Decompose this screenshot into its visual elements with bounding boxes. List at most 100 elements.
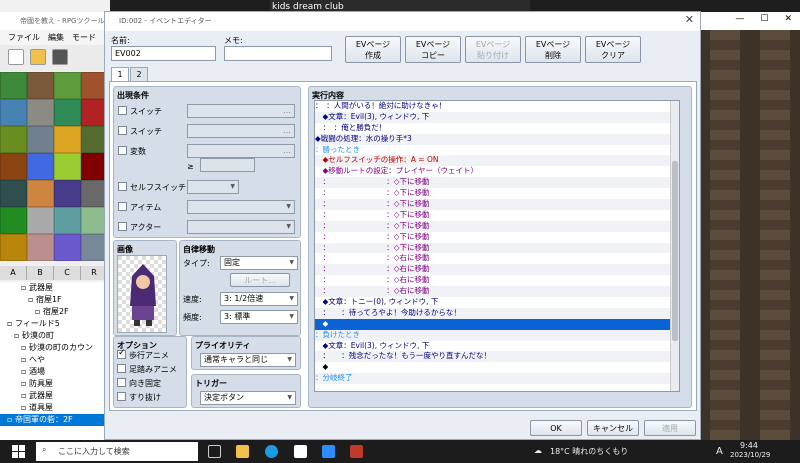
close-icon[interactable]: ✕ (784, 14, 792, 28)
map-tree-item[interactable]: ▫ 道具屋 (0, 402, 108, 414)
create-page-button[interactable]: EVページ 作成 (345, 36, 401, 63)
command-row[interactable]: ◆戦闘の処理：水の操り手*3 (315, 133, 679, 145)
command-row[interactable]: ： ：◇下に移動 (315, 220, 679, 232)
tileset-tab[interactable]: A (0, 266, 27, 280)
menu-item[interactable]: ファイル (8, 32, 40, 43)
tab-page-1[interactable]: 1 (111, 67, 129, 82)
command-row[interactable]: ： ：◇右に移動 (315, 275, 679, 286)
map-tree-item[interactable]: ▫ 武器屋 (0, 282, 108, 294)
command-row[interactable]: ：負けたとき (315, 329, 679, 341)
copy-page-button[interactable]: EVページ コピー (405, 36, 461, 63)
command-row[interactable]: ◆文章：Evil(3), ウィンドウ, 下 (315, 111, 679, 123)
priority-select[interactable]: 通常キャラと同じ ▼ (200, 353, 296, 367)
map-tree-item[interactable]: ▫ フィールド5 (0, 318, 108, 330)
cancel-button[interactable]: キャンセル (587, 420, 639, 436)
command-row[interactable]: ：勝ったとき (315, 145, 679, 156)
paste-page-button[interactable]: EVページ 貼り付け (465, 36, 521, 63)
zoom-icon[interactable] (322, 445, 335, 458)
command-row[interactable]: ： ：残念だったな！もう一度やり直すんだな！ (315, 351, 679, 363)
condition-select[interactable]: ▼ (187, 180, 239, 194)
type-select[interactable]: 固定 ▼ (220, 256, 298, 270)
contents-list[interactable]: ： ：人間がいる！絶対に助けなきゃ！ ◆文章：Evil(3), ウィンドウ, 下… (314, 100, 680, 392)
clear-page-button[interactable]: EVページ クリア (585, 36, 641, 63)
command-row[interactable]: ： ：◇右に移動 (315, 253, 679, 264)
condition-checkbox[interactable] (118, 146, 127, 155)
apply-button[interactable]: 適用 (644, 420, 696, 436)
command-row[interactable]: ： ：待ってろやよ！今助けるからな！ (315, 307, 679, 319)
delete-page-button[interactable]: EVページ 削除 (525, 36, 581, 63)
map-tree-item[interactable]: ▫ 酒場 (0, 366, 108, 378)
map-tree-item[interactable]: ▫ へや (0, 354, 108, 366)
name-field[interactable]: EV002 (111, 46, 216, 61)
map-tree-item[interactable]: ▫ 宿屋1F (0, 294, 108, 306)
folder-icon[interactable] (30, 49, 46, 65)
condition-checkbox[interactable] (118, 222, 127, 231)
save-icon[interactable] (52, 49, 68, 65)
command-row[interactable]: ◆文章：トニー(0), ウィンドウ, 下 (315, 297, 679, 308)
condition-select[interactable]: … (187, 144, 295, 158)
command-row[interactable]: ： ：◇下に移動 (315, 199, 679, 210)
command-row[interactable]: ◆ (315, 362, 679, 373)
menu-item[interactable]: モード (72, 32, 96, 43)
condition-select[interactable]: … (187, 104, 295, 118)
condition-checkbox[interactable] (118, 126, 127, 135)
map-tree-item[interactable]: ▫ 砂漠の町のカウン (0, 342, 108, 354)
map-tree-item[interactable]: ▫ 宿屋2F (0, 306, 108, 318)
tileset-tab[interactable]: C (54, 266, 81, 280)
command-row[interactable]: ： ：◇下に移動 (315, 232, 679, 243)
tab-page-2[interactable]: 2 (130, 67, 148, 81)
command-row[interactable]: ：分岐終了 (315, 373, 679, 385)
condition-checkbox[interactable] (118, 182, 127, 191)
speed-select[interactable]: 3: 1/2倍速 ▼ (220, 292, 298, 306)
map-tree-item[interactable]: ▫ 武器屋 (0, 390, 108, 402)
edge-icon[interactable] (265, 445, 278, 458)
rpgmaker-icon[interactable] (350, 445, 363, 458)
map-tree-item[interactable]: ▫ 防具屋 (0, 378, 108, 390)
windows-start-icon[interactable] (12, 445, 25, 458)
tileset-tab[interactable]: B (27, 266, 54, 280)
trigger-select[interactable]: 決定ボタン ▼ (200, 391, 296, 405)
command-row[interactable]: ： ：俺と勝負だ！ (315, 123, 679, 134)
command-row[interactable]: ◆セルフスイッチの操作：A = ON (315, 155, 679, 167)
condition-checkbox[interactable] (118, 202, 127, 211)
character-image[interactable] (117, 255, 167, 333)
route-button[interactable]: ルート... (230, 273, 290, 287)
task-view-icon[interactable] (208, 445, 221, 458)
minimize-icon[interactable]: — (735, 14, 744, 28)
condition-select[interactable]: ▼ (187, 200, 295, 214)
frequency-select[interactable]: 3: 標準 ▼ (220, 310, 298, 324)
condition-select[interactable]: … (187, 124, 295, 138)
chrome-icon[interactable] (294, 445, 307, 458)
command-row[interactable]: ◆文章：Evil(3), ウィンドウ, 下 (315, 341, 679, 352)
command-row[interactable]: ： ：◇下に移動 (315, 242, 679, 254)
new-icon[interactable] (8, 49, 24, 65)
map-tree-item[interactable]: ▫ 砂漠の町 (0, 330, 108, 342)
contents-scrollbar[interactable] (670, 101, 679, 391)
map-view[interactable] (700, 30, 800, 442)
option-checkbox[interactable] (117, 348, 126, 359)
variable-value-field[interactable] (200, 158, 255, 172)
menu-item[interactable]: 編集 (48, 32, 64, 43)
condition-checkbox[interactable] (118, 106, 127, 115)
option-checkbox[interactable] (117, 392, 126, 401)
option-checkbox[interactable] (117, 364, 126, 373)
command-row[interactable]: ： ：◇右に移動 (315, 286, 679, 298)
tileset-palette[interactable] (0, 72, 108, 266)
memo-field[interactable] (224, 46, 332, 61)
condition-select[interactable]: ▼ (187, 220, 295, 234)
map-tree-item[interactable]: ▫ 帝国軍の砦：2F (0, 414, 108, 426)
command-row[interactable]: ◆ (315, 318, 679, 330)
command-row[interactable]: ： ：人間がいる！絶対に助けなきゃ！ (315, 101, 679, 112)
option-checkbox[interactable] (117, 378, 126, 387)
taskbar-search[interactable]: ⌕ ここに入力して検索 (36, 442, 198, 461)
command-row[interactable]: ◆移動ルートの設定：プレイヤー（ウェイト） (315, 166, 679, 177)
command-row[interactable]: ： ：◇下に移動 (315, 210, 679, 221)
ime-indicator[interactable]: A (716, 446, 723, 457)
ok-button[interactable]: OK (530, 420, 582, 436)
close-icon[interactable]: ✕ (685, 13, 694, 26)
maximize-icon[interactable]: ☐ (760, 14, 768, 28)
command-row[interactable]: ： ：◇右に移動 (315, 264, 679, 276)
explorer-icon[interactable] (236, 445, 249, 458)
command-row[interactable]: ： ：◇下に移動 (315, 177, 679, 189)
command-row[interactable]: ： ：◇下に移動 (315, 188, 679, 199)
